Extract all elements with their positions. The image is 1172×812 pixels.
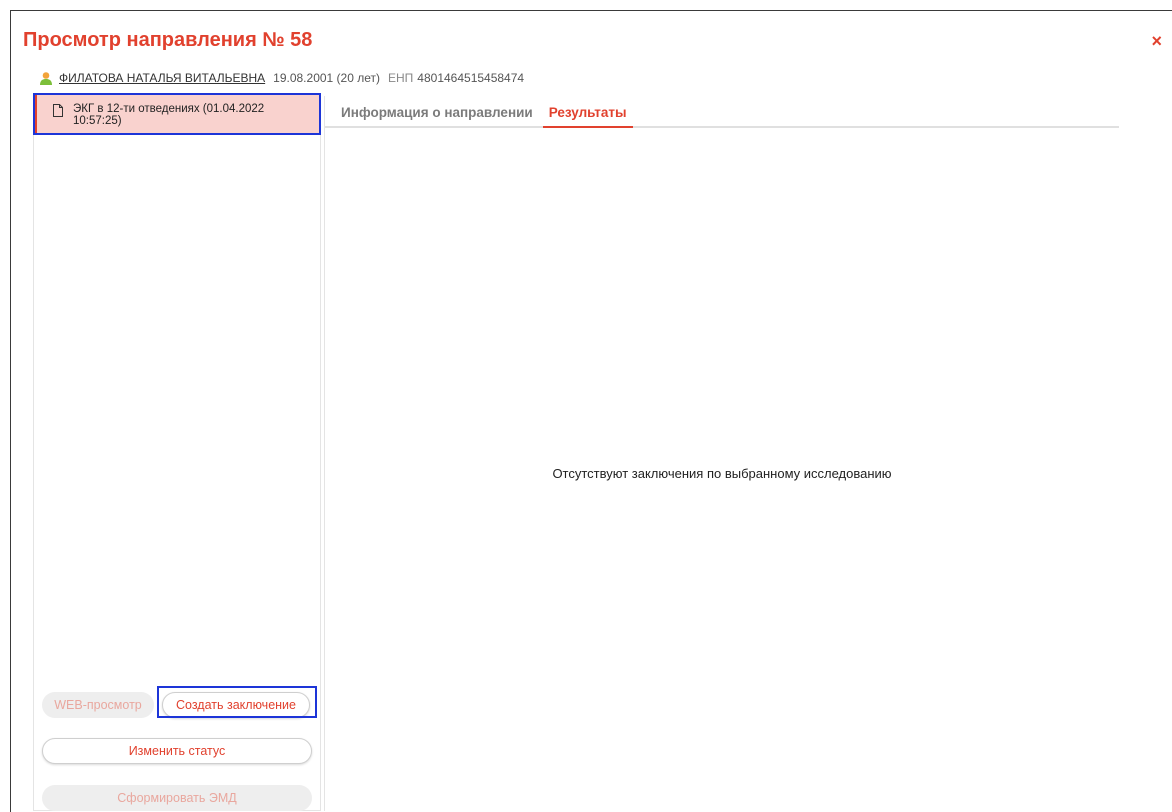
patient-name-link[interactable]: ФИЛАТОВА НАТАЛЬЯ ВИТАЛЬЕВНА (59, 71, 265, 85)
form-emd-button[interactable]: Сформировать ЭМД (42, 785, 312, 811)
patient-enp-value: 4801464515458474 (417, 71, 525, 85)
details-panel: Информация о направлении Результаты Отсу… (324, 96, 1119, 811)
dialog-window: Просмотр направления № 58 × ФИЛАТОВА НАТ… (10, 10, 1172, 812)
close-icon[interactable]: × (1151, 31, 1162, 52)
patient-info: ФИЛАТОВА НАТАЛЬЯ ВИТАЛЬЕВНА 19.08.2001 (… (39, 71, 524, 85)
exam-list-panel: ЭКГ в 12-ти отведениях (01.04.2022 10:57… (33, 94, 321, 811)
tab-results[interactable]: Результаты (542, 105, 633, 128)
create-conclusion-button[interactable]: Создать заключение (162, 692, 310, 718)
patient-enp-label: ЕНП (388, 71, 414, 85)
document-icon (53, 104, 63, 120)
dialog-title: Просмотр направления № 58 (23, 29, 313, 51)
web-view-button[interactable]: WEB-просмотр (42, 692, 154, 718)
tab-bar: Информация о направлении Результаты (325, 96, 1119, 128)
exam-item-label: ЭКГ в 12-ти отведениях (01.04.2022 10:57… (73, 103, 265, 127)
change-status-button[interactable]: Изменить статус (42, 738, 312, 764)
patient-birth-date: 19.08.2001 (20 лет) (273, 71, 380, 85)
exam-list-item[interactable]: ЭКГ в 12-ти отведениях (01.04.2022 10:57… (34, 95, 320, 135)
results-empty-message: Отсутствуют заключения по выбранному исс… (552, 466, 892, 481)
patient-person-icon (39, 71, 53, 85)
tab-referral-info[interactable]: Информация о направлении (335, 105, 539, 126)
